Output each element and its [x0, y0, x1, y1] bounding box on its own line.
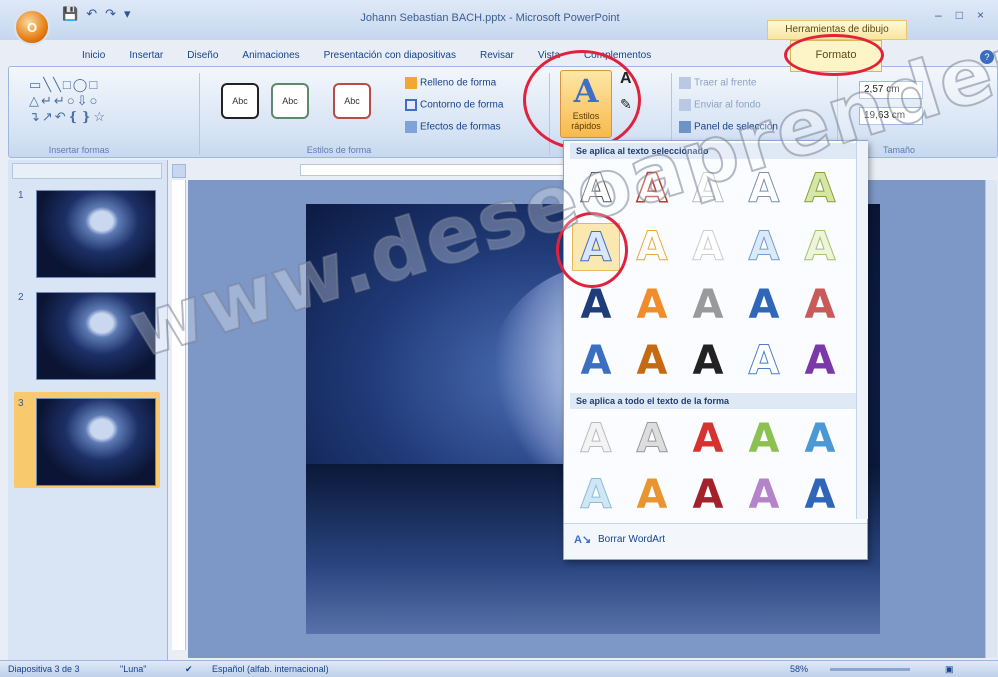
quick-access-toolbar: 💾 ↶ ↷ ▾ — [62, 6, 131, 22]
ribbon-tabs: Inicio Insertar Diseño Animaciones Prese… — [70, 46, 663, 66]
fit-to-window-icon[interactable]: ▣ — [945, 664, 954, 675]
text-fill-icon[interactable]: A — [620, 70, 632, 88]
wordart-style-30[interactable]: A — [796, 471, 844, 519]
wordart-style-28[interactable]: A — [684, 471, 732, 519]
slide-thumbnail-3[interactable] — [36, 398, 156, 486]
vertical-ruler — [172, 180, 186, 650]
vertical-scrollbar[interactable] — [985, 180, 997, 658]
group-separator — [199, 73, 200, 155]
tab-vista[interactable]: Vista — [526, 46, 572, 66]
shape-style-3[interactable]: Abc — [333, 83, 371, 119]
outline-icon — [405, 99, 417, 111]
fill-icon — [405, 77, 417, 89]
status-bar: Diapositiva 3 de 3 "Luna" ✔ Español (alf… — [0, 660, 998, 677]
wordart-style-10[interactable]: A — [796, 223, 844, 271]
undo-icon[interactable]: ↶ — [86, 6, 97, 22]
wordart-style-13[interactable]: A — [684, 281, 732, 329]
shape-style-1[interactable]: Abc — [221, 83, 259, 119]
wordart-style-26[interactable]: A — [572, 471, 620, 519]
maximize-icon[interactable]: □ — [956, 8, 963, 22]
tab-animaciones[interactable]: Animaciones — [230, 46, 311, 66]
group-label-insertar-formas: Insertar formas — [48, 145, 110, 155]
wordart-style-29[interactable]: A — [740, 471, 788, 519]
send-back-icon — [679, 99, 691, 111]
wordart-style-22[interactable]: A — [628, 415, 676, 463]
shapes-gallery[interactable]: ▭╲╲□◯□ △↵↵○⇩○ ↴↗↶❴❵☆ — [29, 77, 107, 125]
contorno-forma-button[interactable]: Contorno de forma — [405, 99, 503, 111]
group-label-estilos-forma: Estilos de forma — [306, 145, 372, 155]
ruler-toggle-button[interactable] — [172, 164, 186, 178]
wordart-style-16[interactable]: A — [572, 337, 620, 385]
wordart-style-12[interactable]: A — [628, 281, 676, 329]
wordart-style-9[interactable]: A — [740, 223, 788, 271]
bring-front-icon — [679, 77, 691, 89]
tab-diseno[interactable]: Diseño — [175, 46, 230, 66]
group-separator — [549, 73, 550, 155]
estilos-rapidos-label: Estilos rápidos — [571, 111, 601, 131]
wordart-style-19[interactable]: A — [740, 337, 788, 385]
spellcheck-icon[interactable]: ✔ — [185, 664, 193, 675]
traer-frente-button[interactable]: Traer al frente — [679, 77, 756, 89]
efectos-label: Efectos de formas — [420, 121, 501, 133]
tab-insertar[interactable]: Insertar — [117, 46, 175, 66]
text-outline-icon[interactable]: ✎ — [620, 96, 632, 113]
language-indicator[interactable]: Español (alfab. internacional) — [212, 664, 329, 674]
zoom-level[interactable]: 58% — [790, 664, 808, 674]
gallery-footer: A↘ Borrar WordArt — [564, 523, 867, 559]
relleno-label: Relleno de forma — [420, 77, 497, 89]
tab-presentacion[interactable]: Presentación con diapositivas — [312, 46, 468, 66]
gallery-scrollbar[interactable] — [856, 141, 868, 519]
tab-inicio[interactable]: Inicio — [70, 46, 117, 66]
relleno-forma-button[interactable]: Relleno de forma — [405, 77, 496, 89]
slide-number: 3 — [18, 398, 24, 409]
close-icon[interactable]: × — [977, 8, 984, 22]
wordart-style-25[interactable]: A — [796, 415, 844, 463]
eraser-icon: A↘ — [574, 534, 592, 546]
slide-number: 2 — [18, 292, 24, 303]
tab-revisar[interactable]: Revisar — [468, 46, 526, 66]
wordart-style-14[interactable]: A — [740, 281, 788, 329]
wordart-style-7[interactable]: A — [628, 223, 676, 271]
efectos-formas-button[interactable]: Efectos de formas — [405, 121, 501, 133]
tab-complementos[interactable]: Complementos — [572, 46, 663, 66]
traer-label: Traer al frente — [694, 77, 757, 89]
effects-icon — [405, 121, 417, 133]
wordart-a-icon: A — [573, 72, 599, 110]
wordart-style-21[interactable]: A — [572, 415, 620, 463]
customize-qat-icon[interactable]: ▾ — [124, 6, 131, 22]
gallery-header-all: Se aplica a todo el texto de la forma — [570, 393, 856, 409]
zoom-slider[interactable] — [830, 668, 910, 671]
wordart-style-18[interactable]: A — [684, 337, 732, 385]
shape-style-2[interactable]: Abc — [271, 83, 309, 119]
theme-name: "Luna" — [120, 664, 147, 674]
estilos-rapidos-button[interactable]: A Estilos rápidos — [560, 70, 612, 138]
wordart-style-20[interactable]: A — [796, 337, 844, 385]
slide-number: 1 — [18, 190, 24, 201]
contorno-label: Contorno de forma — [420, 99, 504, 111]
wordart-style-17[interactable]: A — [628, 337, 676, 385]
wordart-style-11[interactable]: A — [572, 281, 620, 329]
window-controls: – □ × — [935, 8, 984, 22]
wordart-style-23[interactable]: A — [684, 415, 732, 463]
window-title: Johann Sebastian BACH.pptx - Microsoft P… — [360, 12, 620, 24]
drawing-tools-header: Herramientas de dibujo — [767, 20, 907, 40]
office-button[interactable]: O — [14, 9, 50, 45]
wordart-style-27[interactable]: A — [628, 471, 676, 519]
redo-icon[interactable]: ↷ — [105, 6, 116, 22]
office-logo-icon: O — [26, 19, 38, 35]
save-icon[interactable]: 💾 — [62, 6, 78, 22]
wordart-style-15[interactable]: A — [796, 281, 844, 329]
wordart-style-8[interactable]: A — [684, 223, 732, 271]
wordart-style-24[interactable]: A — [740, 415, 788, 463]
borrar-wordart-button[interactable]: Borrar WordArt — [598, 534, 665, 545]
slide-thumbnail-1[interactable] — [36, 190, 156, 278]
minimize-icon[interactable]: – — [935, 8, 942, 22]
slides-panel-tabs[interactable] — [12, 163, 162, 179]
slide-indicator: Diapositiva 3 de 3 — [8, 664, 80, 674]
